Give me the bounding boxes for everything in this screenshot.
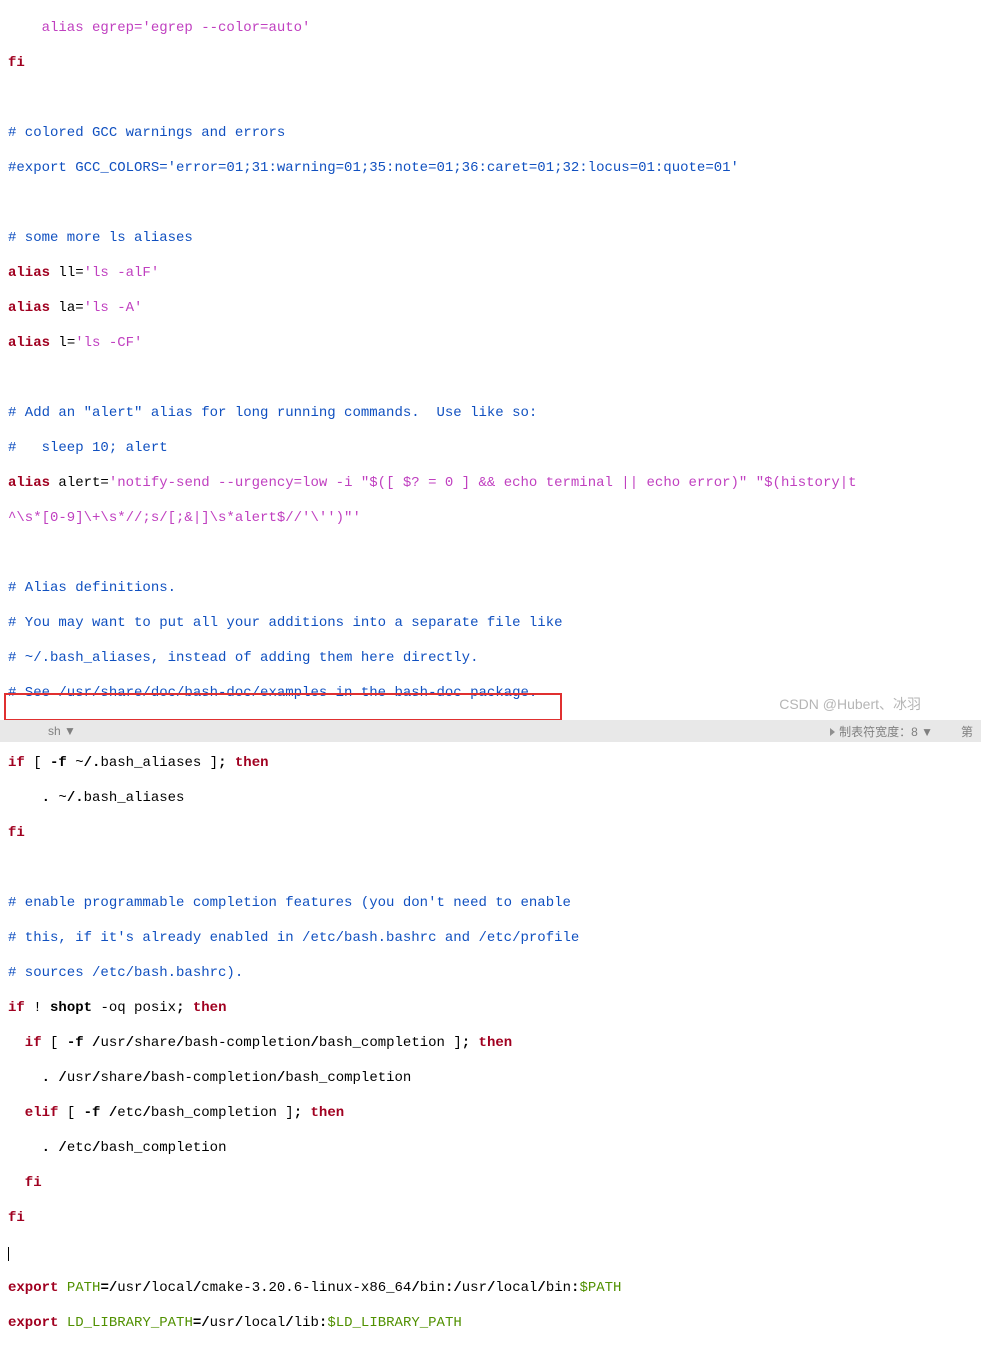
code-line: alias alert='notify-send --urgency=low -…	[8, 475, 973, 493]
code-line: fi	[8, 1210, 973, 1228]
code-line: elif [ -f /etc/bash_completion ]; then	[8, 1105, 973, 1123]
code-line: fi	[8, 55, 973, 73]
code-editor[interactable]: alias egrep='egrep --color=auto' fi # co…	[0, 0, 981, 1352]
code-line: if [ -f ~/.bash_aliases ]; then	[8, 755, 973, 773]
code-line: # some more ls aliases	[8, 230, 973, 248]
cursor-position[interactable]: 第	[961, 723, 973, 740]
code-line: alias egrep='egrep --color=auto'	[8, 20, 973, 38]
code-line: # Alias definitions.	[8, 580, 973, 598]
code-line: alias ll='ls -alF'	[8, 265, 973, 283]
code-line: . ~/.bash_aliases	[8, 790, 973, 808]
arrow-icon	[830, 728, 835, 736]
code-line	[8, 90, 973, 108]
code-line: fi	[8, 825, 973, 843]
code-line: alias la='ls -A'	[8, 300, 973, 318]
code-line: if ! shopt -oq posix; then	[8, 1000, 973, 1018]
code-line: export LD_LIBRARY_PATH=/usr/local/lib:$L…	[8, 1315, 973, 1333]
code-line: # enable programmable completion feature…	[8, 895, 973, 913]
code-line	[8, 1245, 973, 1263]
code-line: . /etc/bash_completion	[8, 1140, 973, 1158]
language-selector[interactable]: sh ▼	[48, 724, 76, 738]
text-cursor	[8, 1247, 9, 1261]
code-line: fi	[8, 1175, 973, 1193]
code-line: ^\s*[0-9]\+\s*//;s/[;&|]\s*alert$//'\'')…	[8, 510, 973, 528]
tab-width-selector[interactable]: 制表符宽度：8 ▼	[830, 723, 933, 740]
code-line: alias l='ls -CF'	[8, 335, 973, 353]
code-line: # Add an "alert" alias for long running …	[8, 405, 973, 423]
code-line: # See /usr/share/doc/bash-doc/examples i…	[8, 685, 973, 703]
code-line: # sources /etc/bash.bashrc).	[8, 965, 973, 983]
status-bar: sh ▼ 制表符宽度：8 ▼ 第	[0, 720, 981, 742]
code-line: #export GCC_COLORS='error=01;31:warning=…	[8, 160, 973, 178]
code-line: # colored GCC warnings and errors	[8, 125, 973, 143]
code-line: export PATH=/usr/local/cmake-3.20.6-linu…	[8, 1280, 973, 1298]
code-line	[8, 370, 973, 388]
code-line: # sleep 10; alert	[8, 440, 973, 458]
code-line: # this, if it's already enabled in /etc/…	[8, 930, 973, 948]
code-line: # ~/.bash_aliases, instead of adding the…	[8, 650, 973, 668]
code-line: if [ -f /usr/share/bash-completion/bash_…	[8, 1035, 973, 1053]
code-line: # You may want to put all your additions…	[8, 615, 973, 633]
code-line	[8, 860, 973, 878]
code-line	[8, 545, 973, 563]
code-line	[8, 195, 973, 213]
code-line: . /usr/share/bash-completion/bash_comple…	[8, 1070, 973, 1088]
